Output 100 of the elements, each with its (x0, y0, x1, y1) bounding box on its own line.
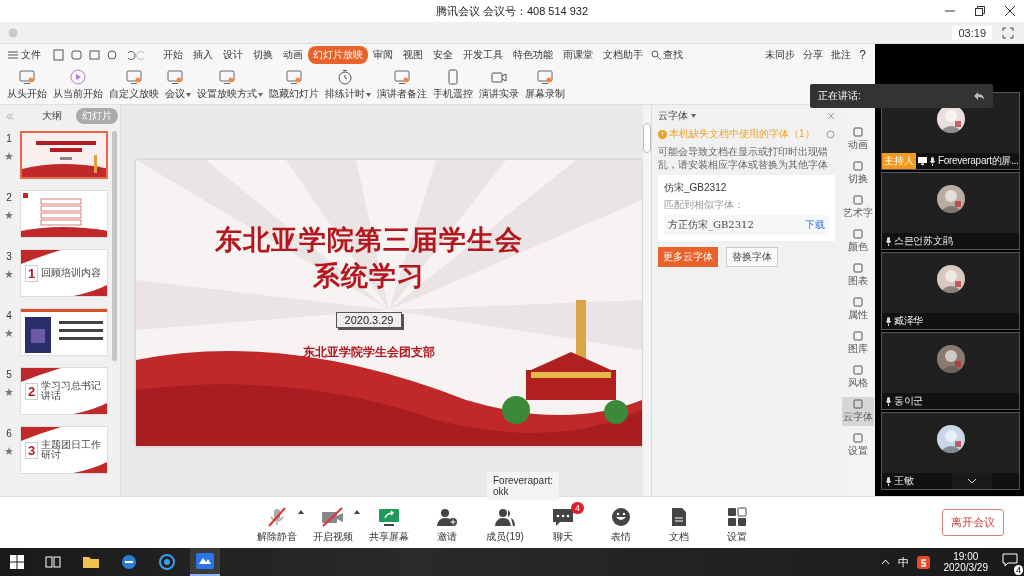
windows-start-icon[interactable] (10, 555, 24, 569)
replace-font-button[interactable]: 替换字体 (726, 247, 778, 267)
caret-icon[interactable] (258, 93, 263, 97)
slide-number: 1 (6, 133, 12, 144)
invite-icon (436, 506, 458, 527)
folder-icon (82, 555, 100, 569)
ribbon-button[interactable]: 屏幕录制 (522, 69, 568, 101)
participant-name: 동이군 (894, 394, 924, 408)
ribbon-button[interactable]: 从头开始 (4, 69, 50, 101)
ribbon-tab[interactable]: 特色功能 (508, 46, 558, 64)
screen-icon (219, 69, 235, 85)
slide-date: 2020.3.29 (335, 312, 403, 328)
meeting-tool-button[interactable]: 解除静音 (250, 501, 304, 544)
scrollbar[interactable] (112, 131, 117, 361)
section-title: 回顾培训内容 (41, 267, 103, 279)
slide-title: 东北亚学院第三届学生会 (215, 223, 523, 257)
search-button[interactable]: 查找 (651, 48, 683, 62)
slide-number: 2 (6, 192, 12, 203)
host-badge: 主持人 (882, 153, 916, 169)
caret-icon[interactable] (186, 93, 191, 97)
screen-icon (537, 69, 553, 85)
ribbon-button[interactable]: 从当前开始 (50, 69, 106, 101)
ribbon-tab[interactable]: 设计 (218, 46, 248, 64)
panel-tab[interactable]: 大纲 (36, 108, 68, 124)
caret-icon[interactable] (298, 509, 304, 514)
star-icon (5, 152, 13, 160)
side-tool[interactable]: 属性 (842, 295, 874, 324)
slide-number: 3 (6, 251, 12, 262)
share-button[interactable]: 分享 (803, 48, 824, 62)
side-tool[interactable]: 艺术字 (842, 193, 874, 222)
ribbon-tab[interactable]: 审阅 (368, 46, 398, 64)
ribbon-tab[interactable]: 文档助手 (598, 46, 648, 64)
ribbon-button[interactable]: 演讲者备注 (374, 69, 430, 101)
slide-number: 6 (6, 428, 12, 439)
ribbon-tab[interactable]: 雨课堂 (558, 46, 598, 64)
side-tool[interactable]: 图库 (842, 329, 874, 358)
side-tool[interactable]: 设置 (842, 431, 874, 460)
microphone-icon (885, 236, 892, 246)
leave-meeting-button[interactable]: 离开会议 (942, 509, 1004, 536)
match-label: 匹配到相似字体： (664, 198, 745, 212)
input-tool-icon[interactable] (916, 555, 930, 569)
taskbar-app[interactable] (190, 548, 220, 576)
panel-title[interactable]: 云字体 (658, 109, 688, 123)
warning-description: 可能会导致文档在显示或打印时出现错乱，请安装相应字体或替换为其他字体 (658, 145, 829, 171)
ribbon-button[interactable]: 排练计时 (322, 69, 368, 101)
download-link[interactable]: 下载 (805, 218, 825, 232)
caret-icon[interactable] (691, 114, 696, 118)
ribbon-tab[interactable]: 视图 (398, 46, 428, 64)
star-icon (5, 211, 13, 219)
slide-thumbnail[interactable]: 1 回顾培训内容 (20, 249, 108, 297)
file-menu[interactable]: 文件 (21, 48, 41, 62)
star-icon (5, 270, 13, 278)
ribbon-tab[interactable]: 插入 (188, 46, 218, 64)
ribbon-button[interactable]: 会议 (162, 69, 188, 101)
ribbon-button[interactable]: 自定义放映 (106, 69, 162, 101)
missing-font-name: 仿宋_GB2312 (664, 181, 728, 195)
meeting-tool-button[interactable]: 邀请 (420, 501, 474, 544)
input-method[interactable]: 中 (897, 554, 909, 570)
slide-thumbnail[interactable] (20, 131, 108, 179)
sync-button[interactable]: 未同步 (765, 48, 796, 62)
meeting-tool-button[interactable]: 聊天 4 (536, 501, 590, 544)
ribbon-tab[interactable]: 动画 (278, 46, 308, 64)
meeting-timer: 03:19 (952, 25, 992, 40)
meeting-tool-button[interactable]: 成员(19) (478, 501, 532, 544)
star-icon (5, 447, 13, 455)
meeting-tool-button[interactable]: 共享屏幕 (362, 501, 416, 544)
fullscreen-icon[interactable] (1002, 26, 1014, 39)
share-screen-icon (378, 506, 400, 527)
ribbon-button[interactable]: 设置放映方式 (194, 69, 260, 101)
ribbon-tab[interactable]: 开始 (158, 46, 188, 64)
side-tool[interactable]: 切换 (842, 159, 874, 188)
caret-icon[interactable] (354, 509, 360, 514)
ribbon-tab[interactable]: 开发工具 (458, 46, 508, 64)
back-arrow-icon[interactable] (973, 91, 985, 101)
section-number: 1 (25, 264, 39, 282)
side-tool[interactable]: 动画 (842, 125, 874, 154)
tool-icon (853, 263, 863, 273)
ribbon-tab[interactable]: 切换 (248, 46, 278, 64)
ribbon-button[interactable]: 手机遥控 (430, 69, 476, 101)
restore-icon[interactable] (974, 5, 986, 17)
comment-button[interactable]: 批注 (831, 48, 852, 62)
side-tool[interactable]: 图表 (842, 261, 874, 290)
tray-caret-icon[interactable] (880, 559, 890, 565)
notification-icon[interactable] (1002, 553, 1018, 567)
chat-message: okk (493, 486, 509, 497)
ribbon-tab[interactable]: 安全 (428, 46, 458, 64)
meeting-tool-button[interactable]: 文档 (652, 501, 706, 544)
close-icon[interactable] (1004, 5, 1016, 17)
section-title: 学习习总书记讲话 (41, 380, 103, 402)
meeting-tool-button[interactable]: 开启视频 (306, 501, 360, 544)
meeting-tool-button[interactable]: 表情 (594, 501, 648, 544)
help-button[interactable]: ? (859, 48, 866, 62)
ribbon-button[interactable]: 隐藏幻灯片 (266, 69, 322, 101)
meeting-tool-button[interactable]: 设置 (710, 501, 764, 544)
caret-icon[interactable] (366, 93, 371, 97)
side-tool[interactable]: 颜色 (842, 227, 874, 256)
screen-share-icon (918, 157, 927, 165)
side-tool[interactable]: 风格 (842, 363, 874, 392)
side-tool[interactable]: 云字体 (842, 397, 874, 426)
ribbon-button[interactable]: 演讲实录 (476, 69, 522, 101)
